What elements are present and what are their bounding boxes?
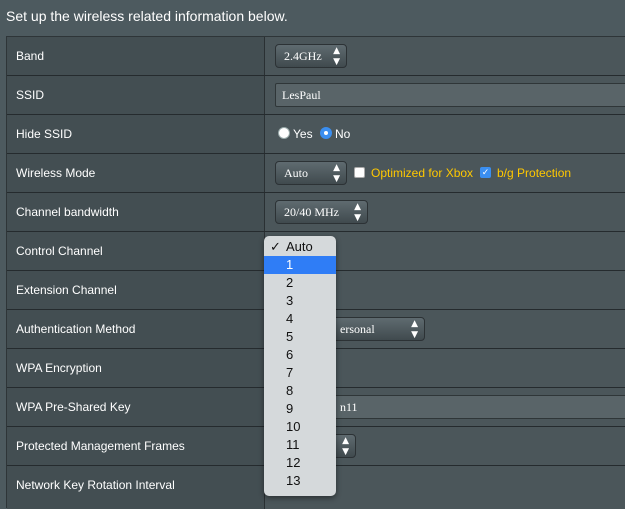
channel-option-13[interactable]: 13 <box>264 472 336 490</box>
extension-channel-label: Extension Channel <box>7 271 265 309</box>
band-label: Band <box>7 37 265 75</box>
channel-option-10[interactable]: 10 <box>264 418 336 436</box>
wireless-mode-label: Wireless Mode <box>7 154 265 192</box>
updown-arrows-icon: ▲ ▼ <box>354 202 361 223</box>
wpa-key-label: WPA Pre-Shared Key <box>7 388 265 426</box>
ssid-label: SSID <box>7 76 265 114</box>
pmf-label: Protected Management Frames <box>7 427 265 465</box>
channel-option-6[interactable]: 6 <box>264 346 336 364</box>
updown-arrows-icon: ▲ ▼ <box>411 319 418 340</box>
band-select[interactable]: 2.4GHz ▲ ▼ <box>275 44 347 68</box>
channel-bandwidth-value: 20/40 MHz <box>284 205 339 219</box>
hide-ssid-yes-label: Yes <box>293 127 313 141</box>
key-rotation-label: Network Key Rotation Interval <box>7 466 265 509</box>
hide-ssid-no-radio[interactable] <box>320 127 332 139</box>
checkmark-icon: ✓ <box>270 239 281 254</box>
channel-option-auto[interactable]: ✓ Auto <box>264 238 336 256</box>
ssid-input[interactable]: LesPaul <box>275 83 625 107</box>
channel-option-8[interactable]: 8 <box>264 382 336 400</box>
channel-option-7[interactable]: 7 <box>264 364 336 382</box>
wpa-key-value: n11 <box>340 400 358 414</box>
channel-option-1[interactable]: 1 <box>264 256 336 274</box>
row-band: Band 2.4GHz ▲ ▼ <box>7 37 625 76</box>
auth-method-value: ersonal <box>340 322 375 336</box>
channel-option-3[interactable]: 3 <box>264 292 336 310</box>
channel-option-4[interactable]: 4 <box>264 310 336 328</box>
wireless-mode-value: Auto <box>284 166 308 180</box>
hide-ssid-no-label: No <box>335 127 351 141</box>
wireless-mode-select[interactable]: Auto ▲ ▼ <box>275 161 347 185</box>
row-hide-ssid: Hide SSID Yes No <box>7 115 625 154</box>
channel-option-12[interactable]: 12 <box>264 454 336 472</box>
channel-option-9[interactable]: 9 <box>264 400 336 418</box>
bg-protection-label: b/g Protection <box>497 166 572 180</box>
updown-arrows-icon: ▲ ▼ <box>333 46 340 67</box>
row-channel-bandwidth: Channel bandwidth 20/40 MHz ▲ ▼ <box>7 193 625 232</box>
hide-ssid-yes-radio[interactable] <box>278 127 290 139</box>
channel-option-11[interactable]: 11 <box>264 436 336 454</box>
control-channel-label: Control Channel <box>7 232 265 270</box>
hide-ssid-label: Hide SSID <box>7 115 265 153</box>
optimized-xbox-label: Optimized for Xbox <box>371 166 474 180</box>
channel-bandwidth-label: Channel bandwidth <box>7 193 265 231</box>
row-ssid: SSID LesPaul <box>7 76 625 115</box>
channel-option-2[interactable]: 2 <box>264 274 336 292</box>
band-value: 2.4GHz <box>284 49 322 63</box>
updown-arrows-icon: ▲ ▼ <box>342 436 349 457</box>
intro-text: Set up the wireless related information … <box>0 0 625 36</box>
wpa-encryption-label: WPA Encryption <box>7 349 265 387</box>
channel-bandwidth-select[interactable]: 20/40 MHz ▲ ▼ <box>275 200 368 224</box>
updown-arrows-icon: ▲ ▼ <box>333 163 340 184</box>
channel-option-5[interactable]: 5 <box>264 328 336 346</box>
auth-method-label: Authentication Method <box>7 310 265 348</box>
optimized-xbox-checkbox[interactable] <box>354 167 365 178</box>
control-channel-dropdown-menu[interactable]: ✓ Auto 1 2 3 4 5 6 7 8 9 10 11 12 13 <box>264 236 336 496</box>
row-wireless-mode: Wireless Mode Auto ▲ ▼ Optimized for Xbox… <box>7 154 625 193</box>
bg-protection-checkbox[interactable]: ✓ <box>480 167 491 178</box>
